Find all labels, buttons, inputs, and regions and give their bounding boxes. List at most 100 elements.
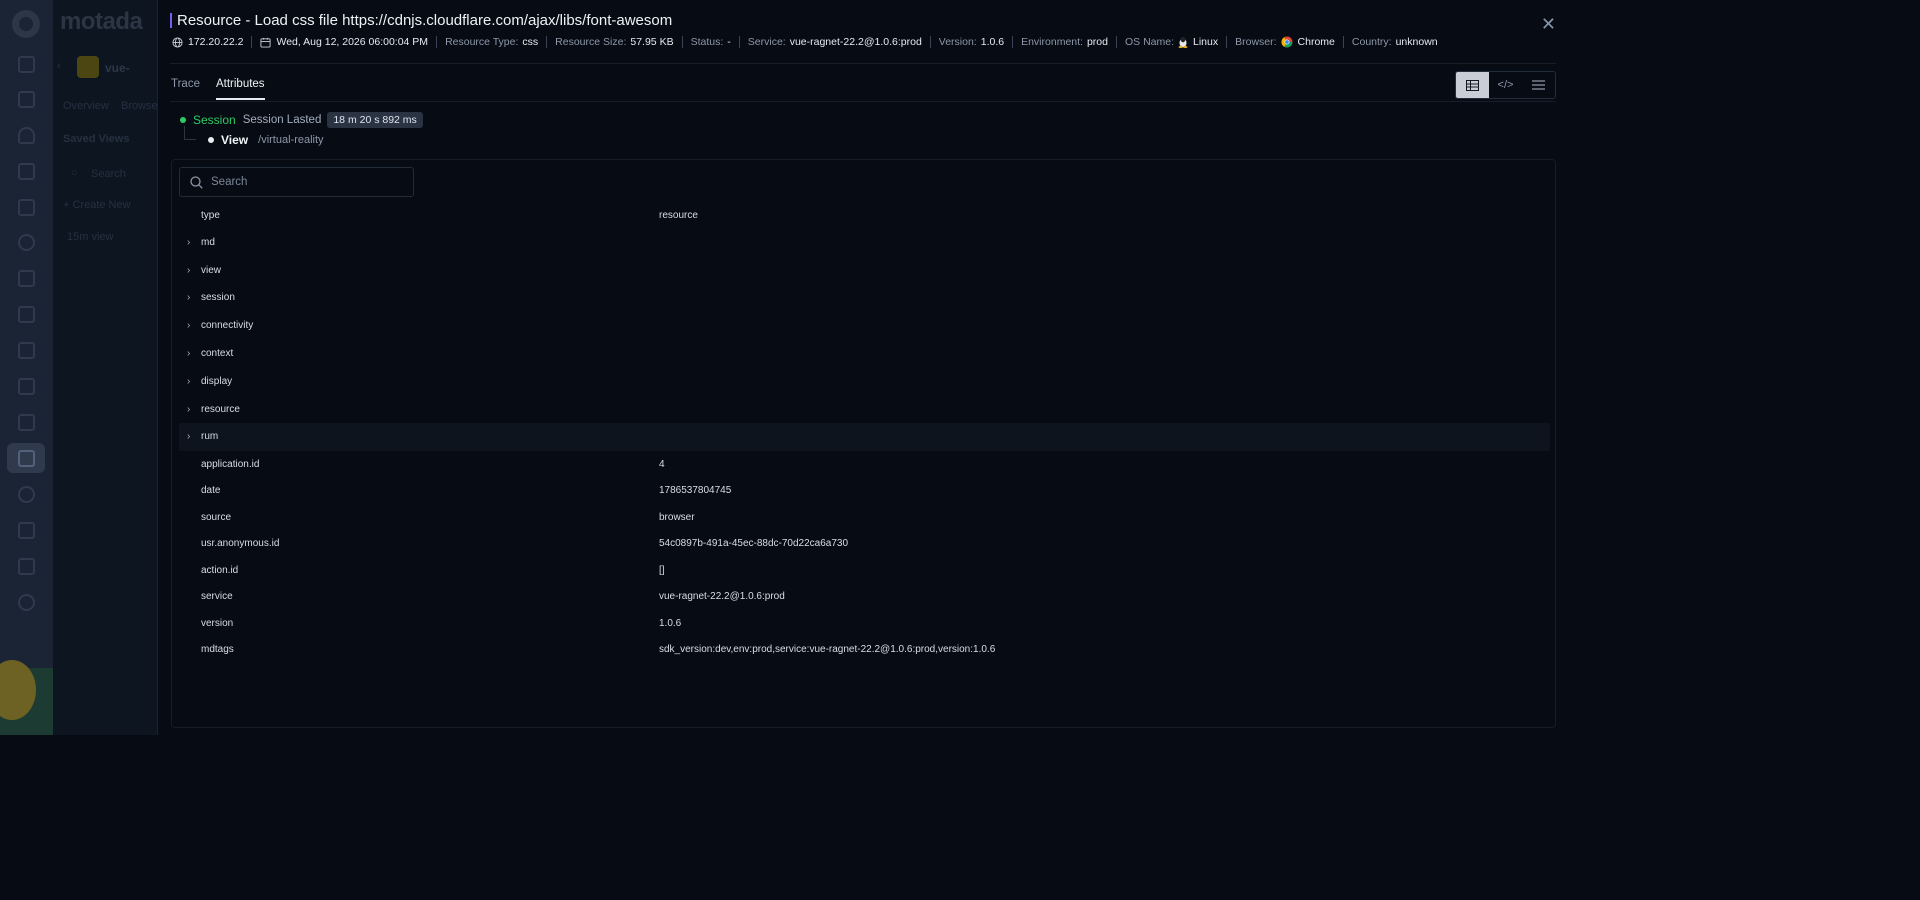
attr-key: application.id bbox=[201, 458, 260, 470]
saved-views-heading: Saved Views bbox=[63, 133, 130, 145]
chevron-right-icon[interactable]: › bbox=[187, 348, 190, 359]
attr-row-context[interactable]: › context bbox=[179, 340, 1550, 368]
logs-icon[interactable] bbox=[18, 199, 35, 216]
meta-datetime-value: Wed, Aug 12, 2026 06:00:04 PM bbox=[276, 36, 429, 48]
metrics-chart-icon[interactable] bbox=[18, 342, 35, 359]
attr-row-session[interactable]: › session bbox=[179, 284, 1550, 312]
tabs-divider bbox=[170, 101, 1556, 102]
meta-status-value: - bbox=[727, 36, 731, 48]
meta-version-label: Version: bbox=[938, 36, 977, 48]
linux-tux-icon bbox=[1178, 36, 1188, 48]
subnav-tab-overview[interactable]: Overview bbox=[63, 100, 109, 112]
attr-row-display[interactable]: › display bbox=[179, 367, 1550, 395]
tab-trace[interactable]: Trace bbox=[171, 78, 200, 100]
session-label[interactable]: Session bbox=[193, 113, 236, 127]
drawer-title: Resource - Load css file https://cdnjs.c… bbox=[170, 12, 672, 29]
attr-key: mdtags bbox=[201, 644, 234, 656]
cube-icon[interactable] bbox=[18, 163, 35, 180]
attr-row-date: date 1786537804745 bbox=[179, 477, 1550, 504]
network-icon[interactable] bbox=[18, 270, 35, 287]
subnav-tab-browse[interactable]: Browse bbox=[121, 100, 158, 112]
meta-ip-value: 172.20.22.2 bbox=[188, 36, 244, 48]
dashboard-icon[interactable] bbox=[18, 56, 35, 73]
resource-title-text: Resource - Load css file https://cdnjs.c… bbox=[177, 12, 673, 29]
list-view-icon[interactable] bbox=[1522, 72, 1555, 98]
settings-gear-icon[interactable] bbox=[18, 594, 35, 611]
tab-attributes[interactable]: Attributes bbox=[215, 78, 265, 100]
meta-service-value: vue-ragnet-22.2@1.0.6:prod bbox=[789, 36, 922, 48]
alert-bell-icon[interactable] bbox=[18, 127, 35, 144]
topology-icon[interactable] bbox=[18, 234, 35, 251]
attr-key: connectivity bbox=[201, 320, 254, 332]
meta-service: Service: vue-ragnet-22.2@1.0.6:prod bbox=[748, 36, 922, 48]
chevron-right-icon[interactable]: › bbox=[187, 320, 190, 331]
attr-row-source: source browser bbox=[179, 504, 1550, 531]
create-new-view-button[interactable]: + Create New bbox=[63, 199, 131, 211]
subnav-search-placeholder[interactable]: Search bbox=[91, 168, 126, 180]
bot-icon[interactable] bbox=[18, 522, 35, 539]
meta-country: Country: unknown bbox=[1352, 36, 1438, 48]
resource-detail-drawer: Resource - Load css file https://cdnjs.c… bbox=[158, 0, 1568, 735]
monitor-icon[interactable] bbox=[18, 91, 35, 108]
attr-row-connectivity[interactable]: › connectivity bbox=[179, 312, 1550, 340]
chevron-right-icon[interactable]: › bbox=[187, 404, 190, 415]
attr-row-md[interactable]: › md bbox=[179, 229, 1550, 257]
detail-tabs: Trace Attributes bbox=[171, 78, 281, 100]
rum-search-icon[interactable] bbox=[18, 450, 35, 467]
tag-icon[interactable] bbox=[18, 306, 35, 323]
saved-view-item[interactable]: 15m view bbox=[67, 231, 113, 243]
meta-status-label: Status: bbox=[690, 36, 724, 48]
view-row: View /virtual-reality bbox=[208, 133, 324, 147]
view-path: /virtual-reality bbox=[258, 134, 324, 146]
chevron-right-icon[interactable]: › bbox=[187, 237, 190, 248]
back-chevron-icon[interactable]: ‹ bbox=[57, 60, 61, 72]
attr-value: 54c0897b-491a-45ec-88dc-70d22ca6a730 bbox=[659, 538, 849, 550]
attr-row-view[interactable]: › view bbox=[179, 256, 1550, 284]
desktop-icon[interactable] bbox=[18, 414, 35, 431]
meta-os: OS Name: Linux bbox=[1125, 36, 1218, 48]
project-label[interactable]: vue- bbox=[105, 61, 130, 75]
code-view-icon[interactable]: </> bbox=[1489, 72, 1522, 98]
attr-row-rum[interactable]: › rum bbox=[179, 423, 1550, 451]
meta-resource-size-label: Resource Size: bbox=[555, 36, 627, 48]
session-duration-badge: 18 m 20 s 892 ms bbox=[327, 112, 423, 128]
users-icon[interactable] bbox=[18, 486, 35, 503]
view-dot bbox=[208, 137, 214, 143]
chevron-right-icon[interactable]: › bbox=[187, 265, 190, 276]
chevron-right-icon[interactable]: › bbox=[187, 292, 190, 303]
attr-key: action.id bbox=[201, 564, 239, 576]
close-icon[interactable]: ✕ bbox=[1541, 14, 1556, 35]
meta-divider bbox=[738, 36, 740, 48]
attribute-table: type resource › md › view › session › connect… bbox=[179, 202, 1550, 663]
meta-country-label: Country: bbox=[1351, 36, 1392, 48]
meta-datetime: Wed, Aug 12, 2026 06:00:04 PM bbox=[260, 36, 428, 48]
chevron-right-icon[interactable]: › bbox=[187, 431, 190, 442]
attr-row-action-id: action.id [] bbox=[179, 557, 1550, 584]
attr-key: display bbox=[201, 375, 233, 387]
attr-row-mdtags: mdtags sdk_version:dev,env:prod,service:v… bbox=[179, 636, 1550, 663]
attr-value: [] bbox=[659, 564, 665, 576]
meta-divider bbox=[1115, 36, 1117, 48]
meta-environment: Environment: prod bbox=[1021, 36, 1108, 48]
attr-value: browser bbox=[659, 511, 695, 523]
meta-version-value: 1.0.6 bbox=[980, 36, 1005, 48]
meta-divider bbox=[546, 36, 548, 48]
attribute-search-input[interactable] bbox=[211, 176, 401, 188]
meta-environment-label: Environment: bbox=[1021, 36, 1083, 48]
chevron-right-icon[interactable]: › bbox=[187, 376, 190, 387]
meta-divider bbox=[681, 36, 683, 48]
table-view-icon[interactable] bbox=[1456, 72, 1489, 98]
resource-meta-bar: 172.20.22.2 Wed, Aug 12, 2026 06:00:04 P… bbox=[172, 36, 1438, 48]
attr-row-type: type resource bbox=[179, 202, 1550, 229]
document-icon[interactable] bbox=[18, 558, 35, 575]
view-label[interactable]: View bbox=[221, 133, 248, 147]
attr-value: sdk_version:dev,env:prod,service:vue-rag… bbox=[659, 644, 996, 656]
app-logo-icon[interactable] bbox=[12, 10, 40, 38]
report-icon[interactable] bbox=[18, 378, 35, 395]
attr-key: resource bbox=[201, 403, 240, 415]
tree-connector bbox=[184, 126, 196, 140]
attr-key: view bbox=[201, 264, 222, 276]
session-status-dot bbox=[180, 117, 186, 123]
attr-row-resource[interactable]: › resource bbox=[179, 395, 1550, 423]
attr-row-application-id: application.id 4 bbox=[179, 451, 1550, 478]
